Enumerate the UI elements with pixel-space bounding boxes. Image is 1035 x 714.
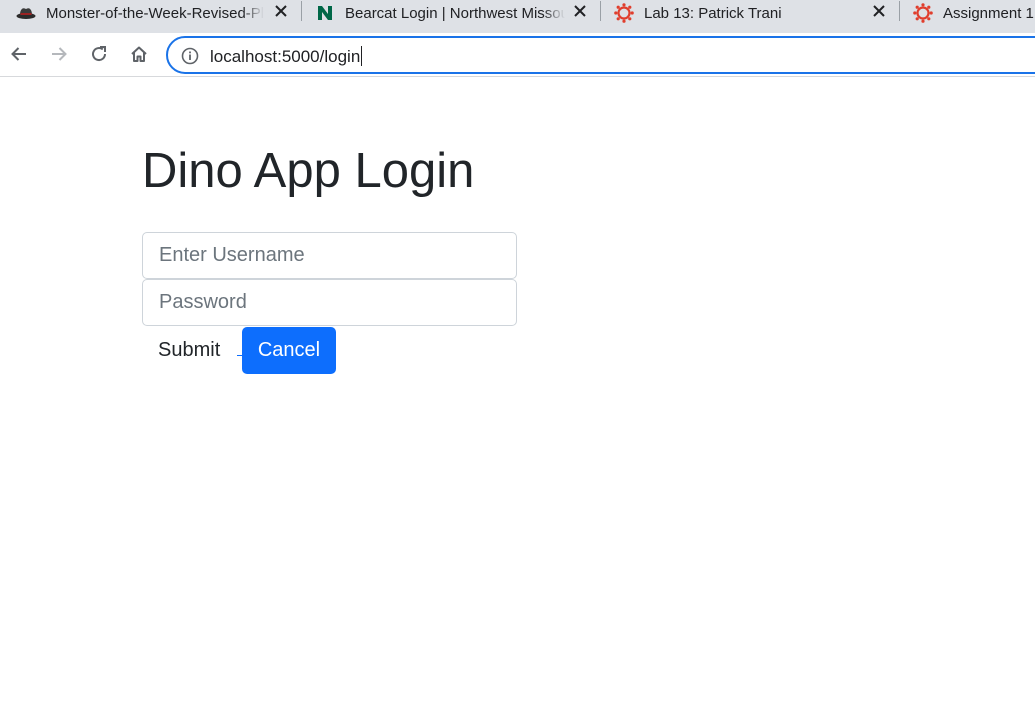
address-bar[interactable]: localhost:5000/login	[166, 36, 1035, 74]
home-icon[interactable]	[126, 41, 152, 67]
browser-toolbar: localhost:5000/login	[0, 33, 1035, 77]
submit-button[interactable]: Submit	[142, 327, 238, 373]
address-bar-url[interactable]: localhost:5000/login	[210, 46, 363, 67]
close-tab-icon[interactable]	[272, 2, 290, 20]
canvas-icon	[614, 3, 634, 23]
cancel-button[interactable]: Cancel	[242, 327, 336, 374]
reload-icon[interactable]	[86, 41, 112, 67]
tab-title: Assignment 1	[943, 4, 1034, 22]
forward-arrow-icon[interactable]	[46, 41, 72, 67]
username-input[interactable]	[142, 232, 517, 279]
info-icon[interactable]	[181, 47, 199, 65]
fedora-hat-icon	[16, 3, 36, 23]
browser-tab-3[interactable]: Lab 13: Patrick Trani	[614, 0, 888, 26]
browser-tab-strip: Monster-of-the-Week-Revised-Pl Bearcat L…	[0, 0, 1035, 33]
browser-tab-4[interactable]: Assignment 1	[913, 0, 1035, 26]
tab-title: Lab 13: Patrick Trani	[644, 4, 782, 22]
back-arrow-icon[interactable]	[6, 41, 32, 67]
close-tab-icon[interactable]	[571, 2, 589, 20]
text-caret	[361, 46, 363, 66]
close-tab-icon[interactable]	[870, 2, 888, 20]
tab-title: Bearcat Login | Northwest Missou	[345, 4, 565, 22]
canvas-icon	[913, 3, 933, 23]
page-title: Dino App Login	[142, 144, 475, 198]
browser-tab-2[interactable]: Bearcat Login | Northwest Missou	[315, 0, 589, 26]
browser-tab-1[interactable]: Monster-of-the-Week-Revised-Pl	[16, 0, 290, 26]
password-input[interactable]	[142, 279, 517, 326]
northwest-n-icon	[315, 3, 335, 23]
tab-title: Monster-of-the-Week-Revised-Pl	[46, 4, 264, 22]
